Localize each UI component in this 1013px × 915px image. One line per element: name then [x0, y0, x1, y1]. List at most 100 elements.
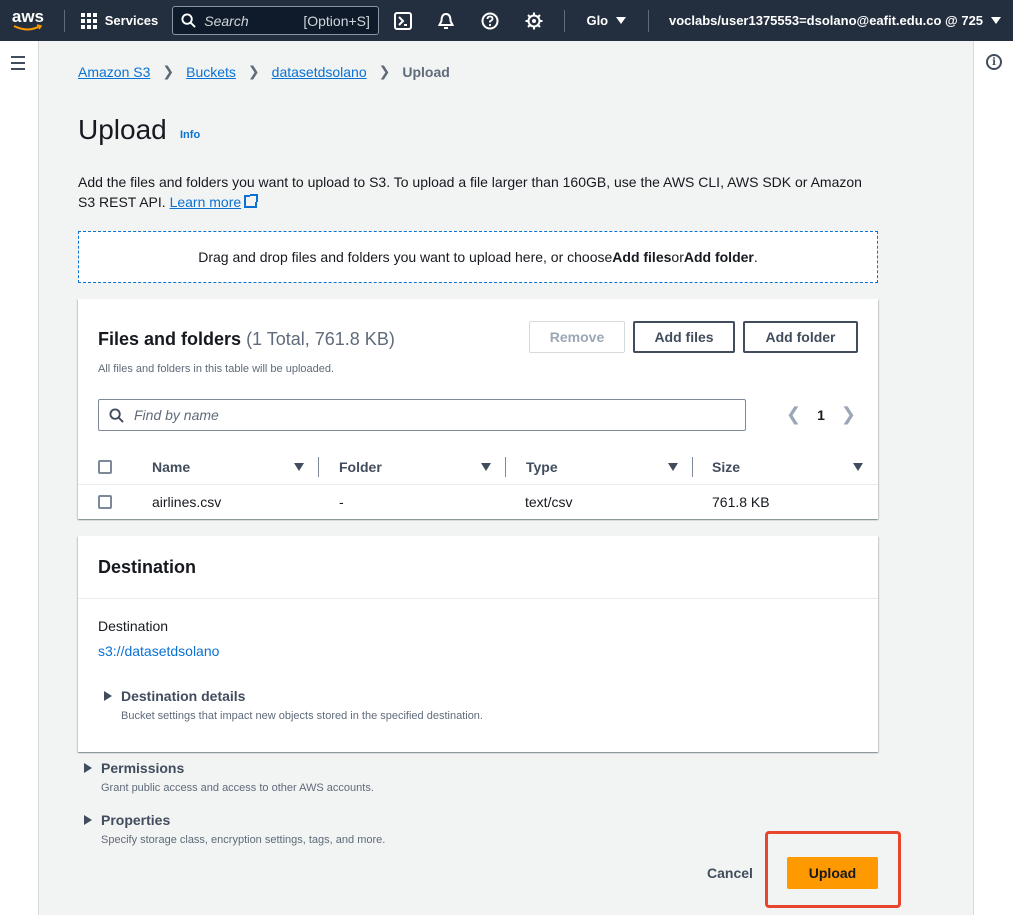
chevron-right-icon: ❯ — [378, 63, 391, 79]
destination-details-title: Destination details — [121, 688, 246, 704]
services-label: Services — [104, 13, 159, 28]
breadcrumb-current: Upload — [402, 63, 450, 80]
page-description: Add the files and folders you want to up… — [78, 172, 878, 212]
column-header-name[interactable]: Name — [152, 449, 190, 484]
remove-button[interactable]: Remove — [529, 321, 625, 353]
column-type-label: Type — [526, 458, 558, 475]
find-placeholder: Find by name — [134, 407, 219, 423]
help-icon — [481, 12, 499, 29]
properties-title: Properties — [101, 812, 171, 828]
dropzone-or: or — [671, 249, 684, 265]
upload-button[interactable]: Upload — [787, 857, 878, 889]
files-count: (1 Total, 761.8 KB) — [246, 329, 395, 349]
page-number[interactable]: 1 — [817, 407, 825, 423]
chevron-right-icon[interactable]: ❯ — [841, 404, 856, 425]
find-by-name-input[interactable]: Find by name — [98, 399, 746, 431]
search-placeholder: Search — [204, 12, 249, 29]
caret-right-icon — [84, 763, 92, 773]
nav-divider — [63, 9, 65, 32]
chevron-right-icon: ❯ — [162, 63, 175, 79]
sort-type-icon[interactable] — [668, 449, 678, 484]
external-link-icon — [244, 194, 259, 208]
nav-divider — [648, 9, 649, 32]
files-panel-subtitle: All files and folders in this table will… — [98, 363, 335, 375]
menu-icon[interactable] — [11, 56, 25, 74]
help-button[interactable] — [468, 0, 512, 41]
pagination: ❮ 1 ❯ — [786, 404, 856, 425]
cancel-button[interactable]: Cancel — [707, 858, 753, 888]
table-row[interactable]: airlines.csv - text/csv 761.8 KB — [78, 486, 878, 518]
nav-divider — [563, 9, 565, 32]
sort-size-icon[interactable] — [853, 449, 863, 484]
dropzone-add-files: Add files — [612, 249, 672, 265]
aws-smile-icon — [13, 23, 43, 30]
aws-logo-text: aws — [11, 6, 45, 26]
permissions-toggle[interactable]: Permissions — [84, 760, 184, 776]
destination-title: Destination — [98, 557, 197, 577]
permissions-title: Permissions — [101, 760, 185, 776]
row-checkbox[interactable] — [98, 495, 112, 509]
sort-folder-icon[interactable] — [481, 449, 491, 484]
chevron-left-icon[interactable]: ❮ — [786, 404, 801, 425]
destination-details-description: Bucket settings that impact new objects … — [121, 710, 483, 722]
top-navigation: aws Services Search [Option+S] Glo vocla… — [0, 0, 1013, 41]
column-folder-label: Folder — [339, 458, 382, 475]
breadcrumb-buckets[interactable]: Buckets — [186, 64, 236, 80]
destination-link[interactable]: s3://datasetdsolano — [98, 643, 219, 659]
region-label: Glo — [586, 13, 609, 28]
add-files-button[interactable]: Add files — [633, 321, 735, 353]
bell-icon — [438, 12, 455, 29]
cell-name: airlines.csv — [152, 494, 222, 510]
account-menu[interactable]: voclabs/user1375553=dsolano@eafit.edu.co… — [657, 13, 1013, 28]
account-label: voclabs/user1375553=dsolano@eafit.edu.co… — [669, 13, 984, 28]
right-rail: i — [973, 41, 1013, 915]
dropzone-add-folder: Add folder — [683, 249, 754, 265]
caret-down-icon — [991, 17, 1002, 24]
properties-description: Specify storage class, encryption settin… — [101, 834, 386, 846]
services-menu-button[interactable]: Services — [73, 12, 167, 29]
files-panel-title: Files and folders (1 Total, 761.8 KB) — [98, 329, 395, 350]
info-link[interactable]: Info — [180, 129, 200, 141]
breadcrumb-amazon-s3[interactable]: Amazon S3 — [78, 64, 150, 80]
row-select-cell — [98, 486, 112, 518]
chevron-right-icon: ❯ — [247, 63, 260, 79]
permissions-description: Grant public access and access to other … — [101, 782, 374, 794]
dropzone-text: Drag and drop files and folders you want… — [198, 249, 613, 265]
column-divider[interactable] — [318, 457, 319, 477]
caret-down-icon — [616, 17, 627, 24]
table-header: Name Folder Type Size — [78, 449, 878, 485]
settings-button[interactable] — [512, 0, 556, 41]
properties-toggle[interactable]: Properties — [84, 812, 170, 828]
breadcrumb-bucket[interactable]: datasetdsolano — [272, 64, 367, 80]
aws-logo[interactable]: aws — [0, 0, 56, 41]
cell-type: text/csv — [525, 494, 573, 510]
caret-right-icon — [84, 815, 92, 825]
gear-icon — [525, 12, 543, 29]
region-selector[interactable]: Glo — [572, 13, 640, 28]
column-size-label: Size — [712, 458, 741, 475]
column-name-label: Name — [152, 458, 191, 475]
search-icon — [181, 13, 196, 28]
left-rail — [0, 41, 39, 915]
apps-grid-icon — [80, 12, 97, 29]
learn-more-link[interactable]: Learn more — [169, 194, 259, 210]
upload-dropzone[interactable]: Drag and drop files and folders you want… — [78, 231, 878, 283]
column-header-folder[interactable]: Folder — [339, 449, 382, 484]
add-folder-button[interactable]: Add folder — [743, 321, 858, 353]
destination-details-toggle[interactable]: Destination details — [104, 688, 245, 704]
column-divider[interactable] — [505, 457, 506, 477]
column-header-size[interactable]: Size — [712, 449, 740, 484]
breadcrumb: Amazon S3 ❯ Buckets ❯ datasetdsolano ❯ U… — [78, 63, 450, 80]
learn-more-label: Learn more — [169, 194, 242, 210]
notifications-button[interactable] — [425, 0, 469, 41]
select-all-checkbox[interactable] — [98, 459, 112, 474]
cloudshell-button[interactable] — [381, 0, 425, 41]
search-shortcut-hint: [Option+S] — [303, 12, 370, 29]
column-divider[interactable] — [692, 457, 693, 477]
sort-name-icon[interactable] — [294, 449, 304, 484]
info-icon[interactable]: i — [986, 54, 1002, 70]
destination-panel: Destination Destination s3://datasetdsol… — [78, 536, 878, 752]
cell-size: 761.8 KB — [712, 494, 770, 510]
global-search-input[interactable]: Search [Option+S] — [172, 6, 379, 35]
column-header-type[interactable]: Type — [526, 449, 558, 484]
